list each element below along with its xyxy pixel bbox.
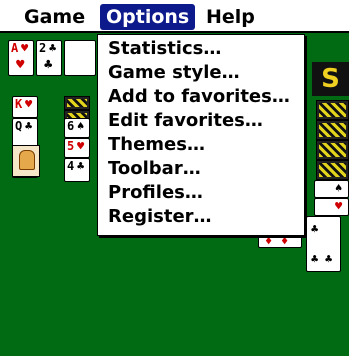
card-rank: 5 bbox=[67, 139, 75, 153]
heart-icon: ♥ bbox=[77, 139, 85, 153]
menu-item-register[interactable]: Register… bbox=[108, 205, 212, 229]
card-back bbox=[316, 160, 349, 180]
club-icon: ♣ bbox=[44, 57, 53, 73]
menu-bar: Game Options Help bbox=[0, 0, 349, 33]
card-four-clubs[interactable]: 4 ♣ bbox=[64, 158, 90, 182]
card-ace-hearts[interactable]: A ♥ ♥ bbox=[8, 40, 34, 76]
card-heart-partial[interactable]: ♥ bbox=[314, 198, 349, 216]
card-rank: 2 bbox=[39, 41, 47, 55]
menu-game[interactable]: Game bbox=[18, 4, 91, 30]
card-partial[interactable] bbox=[64, 40, 96, 76]
queen-portrait-icon bbox=[12, 145, 40, 177]
menu-options[interactable]: Options bbox=[100, 4, 196, 30]
menu-item-add-to-favorites[interactable]: Add to favorites… bbox=[108, 85, 290, 109]
club-icon: ♣ bbox=[325, 252, 333, 266]
spade-icon: ♠ bbox=[335, 181, 343, 195]
card-back bbox=[316, 100, 349, 120]
menu-item-statistics[interactable]: Statistics… bbox=[108, 37, 221, 61]
card-two-clubs[interactable]: 2 ♣ ♣ bbox=[36, 40, 62, 76]
menu-item-themes[interactable]: Themes… bbox=[108, 133, 205, 157]
heart-icon: ♦ bbox=[265, 234, 273, 248]
heart-icon: ♦ bbox=[281, 234, 289, 248]
club-icon: ♣ bbox=[25, 119, 33, 133]
menu-item-toolbar[interactable]: Toolbar… bbox=[108, 157, 201, 181]
deck-back-icon[interactable]: S bbox=[312, 62, 349, 96]
card-rank: K bbox=[15, 97, 23, 111]
heart-icon: ♥ bbox=[335, 199, 343, 213]
club-icon: ♣ bbox=[311, 222, 319, 236]
card-rank: 4 bbox=[67, 159, 75, 173]
menu-item-profiles[interactable]: Profiles… bbox=[108, 181, 203, 205]
club-icon: ♣ bbox=[311, 252, 319, 266]
options-dropdown-menu: Statistics… Game style… Add to favorites… bbox=[97, 34, 305, 236]
card-back bbox=[64, 96, 90, 110]
card-spade-partial[interactable]: ♠ bbox=[314, 180, 349, 198]
menu-item-game-style[interactable]: Game style… bbox=[108, 61, 240, 85]
heart-icon: ♥ bbox=[25, 97, 33, 111]
card-six-spades[interactable]: 6 ♠ bbox=[64, 118, 90, 138]
card-rank: 6 bbox=[67, 119, 75, 133]
card-back bbox=[316, 140, 349, 160]
card-clubs-bottom[interactable]: ♣ ♣ ♣ bbox=[306, 216, 341, 272]
card-king-hearts[interactable]: K ♥ bbox=[12, 96, 38, 118]
spade-icon: ♠ bbox=[77, 119, 85, 133]
menu-help[interactable]: Help bbox=[200, 4, 261, 30]
card-rank: A bbox=[11, 41, 19, 55]
menu-item-edit-favorites[interactable]: Edit favorites… bbox=[108, 109, 263, 133]
club-icon: ♣ bbox=[77, 159, 85, 173]
card-rank: Q bbox=[15, 119, 23, 133]
club-icon: ♣ bbox=[49, 41, 57, 55]
heart-icon: ♥ bbox=[16, 57, 25, 73]
card-five-hearts[interactable]: 5 ♥ bbox=[64, 138, 90, 158]
card-back bbox=[316, 120, 349, 140]
heart-icon: ♥ bbox=[21, 41, 29, 55]
